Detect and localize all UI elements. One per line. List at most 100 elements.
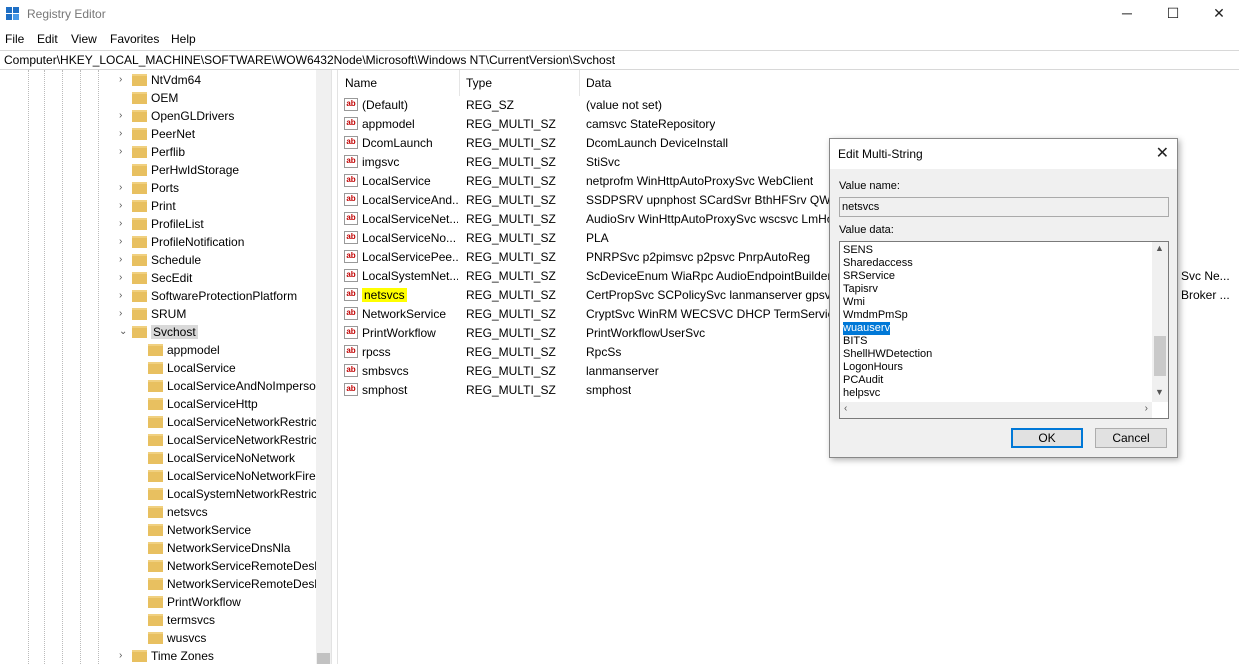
chevron-right-icon[interactable]: › <box>119 218 129 229</box>
column-header-name[interactable]: Name <box>339 70 460 96</box>
value-data-line[interactable]: SRService <box>843 270 895 283</box>
tree-item-label[interactable]: LocalSystemNetworkRestrict <box>167 487 320 501</box>
value-name[interactable]: (Default) <box>362 98 408 112</box>
value-name[interactable]: LocalService <box>362 174 431 188</box>
value-data-line[interactable]: BITS <box>843 335 867 348</box>
chevron-right-icon[interactable]: › <box>119 74 129 85</box>
tree-item-label[interactable]: NtVdm64 <box>151 73 201 87</box>
tree-item-label[interactable]: PeerNet <box>151 127 195 141</box>
scroll-up-icon[interactable]: ▲ <box>1155 243 1164 253</box>
value-data-line[interactable]: wuauserv <box>843 322 891 335</box>
value-row[interactable]: ab appmodel REG_MULTI_SZ camsvc StateReposi… <box>339 115 1239 134</box>
value-data-line[interactable]: Wmi <box>843 296 865 309</box>
tree-item-label[interactable]: LocalServiceNetworkRestrict <box>167 433 320 447</box>
menu-edit[interactable]: Edit <box>37 32 58 46</box>
tree-item-label[interactable]: ProfileNotification <box>151 235 244 249</box>
tree-item-label[interactable]: LocalServiceNoNetworkFire <box>167 469 316 483</box>
value-name[interactable]: PrintWorkflow <box>362 326 436 340</box>
close-button[interactable]: ✕ <box>1196 0 1239 28</box>
dialog-close-icon[interactable]: ✕ <box>1156 143 1169 163</box>
column-header-type[interactable]: Type <box>460 70 580 96</box>
menu-file[interactable]: File <box>5 32 24 46</box>
tree-item-label[interactable]: NetworkService <box>167 523 251 537</box>
value-name[interactable]: LocalServiceNet... <box>362 212 458 226</box>
tree-item-label[interactable]: NetworkServiceRemoteDesk <box>167 559 320 573</box>
address-path[interactable]: Computer\HKEY_LOCAL_MACHINE\SOFTWARE\WOW… <box>4 53 615 67</box>
chevron-right-icon[interactable]: › <box>119 308 129 319</box>
value-data-line[interactable]: Sharedaccess <box>843 257 913 270</box>
menu-help[interactable]: Help <box>171 32 196 46</box>
tree-item-label[interactable]: OEM <box>151 91 178 105</box>
value-name[interactable]: imgsvc <box>362 155 399 169</box>
scroll-down-icon[interactable]: ▼ <box>1155 387 1164 397</box>
chevron-right-icon[interactable]: › <box>119 272 129 283</box>
tree-item-label[interactable]: wusvcs <box>167 631 206 645</box>
minimize-button[interactable]: ─ <box>1104 0 1150 28</box>
tree-item-label[interactable]: Ports <box>151 181 179 195</box>
tree-item-label[interactable]: LocalServiceHttp <box>167 397 258 411</box>
value-row[interactable]: ab (Default) REG_SZ (value not set) <box>339 96 1239 115</box>
value-data-line[interactable]: Tapisrv <box>843 283 878 296</box>
tree-item-label[interactable]: NetworkServiceRemoteDesk <box>167 577 320 591</box>
tree-item-label[interactable]: Print <box>151 199 176 213</box>
tree-item-label[interactable]: Time Zones <box>151 649 214 663</box>
value-data-textarea[interactable]: SENS Sharedaccess SRService Tapisrv Wmi WmdmP… <box>839 241 1169 419</box>
chevron-right-icon[interactable]: › <box>119 290 129 301</box>
tree-item-label[interactable]: NetworkServiceDnsNla <box>167 541 290 555</box>
value-name[interactable]: smphost <box>362 383 407 397</box>
tree-item-label[interactable]: Perflib <box>151 145 185 159</box>
tree-item-label[interactable]: PrintWorkflow <box>167 595 241 609</box>
chevron-right-icon[interactable]: › <box>119 650 129 661</box>
value-name[interactable]: DcomLaunch <box>362 136 433 150</box>
tree-item-label[interactable]: ProfileList <box>151 217 204 231</box>
tree-item-label[interactable]: LocalServiceNoNetwork <box>167 451 295 465</box>
value-data-vscrollbar[interactable]: ▲ ▼ <box>1152 242 1168 402</box>
tree-item-label[interactable]: LocalService <box>167 361 236 375</box>
scroll-right-icon[interactable]: › <box>1145 403 1148 414</box>
value-data-hscrollbar[interactable]: ‹ › <box>840 402 1152 418</box>
value-data-scroll-thumb[interactable] <box>1154 336 1166 376</box>
address-bar[interactable]: Computer\HKEY_LOCAL_MACHINE\SOFTWARE\WOW… <box>0 50 1239 70</box>
tree-item-label[interactable]: termsvcs <box>167 613 215 627</box>
chevron-right-icon[interactable]: › <box>119 254 129 265</box>
chevron-right-icon[interactable]: › <box>119 182 129 193</box>
column-header-data[interactable]: Data <box>580 70 1220 96</box>
chevron-right-icon[interactable]: › <box>119 146 129 157</box>
tree-item-label[interactable]: Svchost <box>151 325 198 339</box>
value-name[interactable]: rpcss <box>362 345 391 359</box>
tree-scrollbar[interactable] <box>316 70 331 664</box>
chevron-right-icon[interactable]: › <box>119 200 129 211</box>
value-name[interactable]: LocalServiceNo... <box>362 231 456 245</box>
chevron-right-icon[interactable]: › <box>119 110 129 121</box>
value-data-line[interactable]: SENS <box>843 244 873 257</box>
value-data-line[interactable]: WmdmPmSp <box>843 309 908 322</box>
value-data-line[interactable]: ShellHWDetection <box>843 348 932 361</box>
tree-scroll-thumb[interactable] <box>317 653 330 664</box>
pane-splitter[interactable] <box>331 70 338 664</box>
tree-item-label[interactable]: appmodel <box>167 343 220 357</box>
tree-item-label[interactable]: SRUM <box>151 307 186 321</box>
value-name[interactable]: netsvcs <box>362 288 407 302</box>
tree-item-label[interactable]: OpenGLDrivers <box>151 109 234 123</box>
cancel-button[interactable]: Cancel <box>1095 428 1167 448</box>
scroll-left-icon[interactable]: ‹ <box>844 403 847 414</box>
tree-item-label[interactable]: PerHwIdStorage <box>151 163 239 177</box>
value-name[interactable]: LocalSystemNet... <box>362 269 458 283</box>
value-data-line[interactable]: helpsvc <box>843 387 880 400</box>
tree-item-label[interactable]: Schedule <box>151 253 201 267</box>
menu-view[interactable]: View <box>71 32 97 46</box>
tree-item-label[interactable]: SecEdit <box>151 271 192 285</box>
tree-item-label[interactable]: netsvcs <box>167 505 208 519</box>
value-name[interactable]: LocalServiceAnd... <box>362 193 458 207</box>
tree-item-label[interactable]: LocalServiceAndNoImperso <box>167 379 316 393</box>
value-name[interactable]: smbsvcs <box>362 364 409 378</box>
value-data-line[interactable]: PCAudit <box>843 374 883 387</box>
key-tree[interactable]: › NtVdm64 OEM › OpenGLDrivers › PeerNet › Perfli… <box>0 70 331 664</box>
chevron-down-icon[interactable]: ⌄ <box>119 326 129 337</box>
value-name[interactable]: LocalServicePee... <box>362 250 458 264</box>
value-name[interactable]: NetworkService <box>362 307 446 321</box>
chevron-right-icon[interactable]: › <box>119 128 129 139</box>
ok-button[interactable]: OK <box>1011 428 1083 448</box>
tree-item-label[interactable]: SoftwareProtectionPlatform <box>151 289 297 303</box>
menu-favorites[interactable]: Favorites <box>110 32 159 46</box>
